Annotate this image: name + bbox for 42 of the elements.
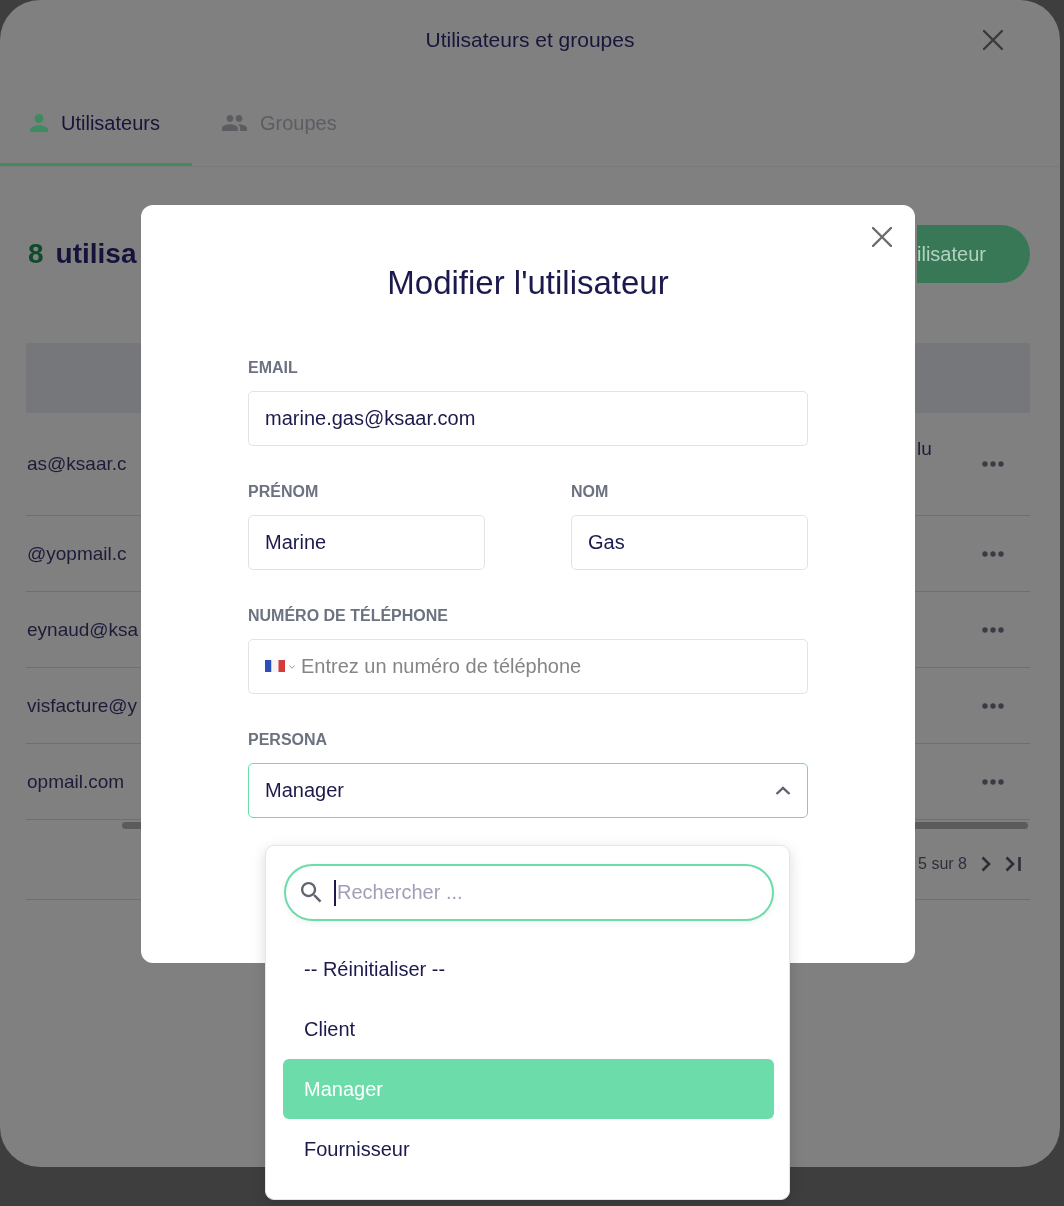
field-label: NOM [571,483,610,501]
field-label: PRÉNOM [248,483,320,501]
persona-select[interactable]: Manager [248,763,808,818]
tab[interactable]: Utilisateurs [0,80,192,166]
more-icon[interactable] [981,778,1004,785]
table-cell: lu [917,438,932,460]
last-page-icon[interactable] [1005,856,1022,872]
page-range-text: 5 sur 8 [918,855,967,873]
dropdown-option[interactable]: Fournisseur [283,1119,774,1179]
chevron-up-icon [775,786,791,795]
window-title: Utilisateurs et groupes [425,28,635,52]
text-field[interactable]: marine.gas@ksaar.com [248,391,808,446]
close-icon[interactable] [872,227,892,247]
chevron-right-icon[interactable] [981,856,991,872]
more-icon[interactable] [981,550,1004,557]
search-icon [301,882,322,903]
user-count: 8 [28,238,44,270]
chevron-down-icon[interactable] [289,665,295,669]
field-label: PERSONA [248,731,329,749]
field-label: NUMÉRO DE TÉLÉPHONE [248,607,449,625]
phone-field[interactable]: Entrez un numéro de téléphone [248,639,808,694]
search-field[interactable]: Rechercher ... [284,864,774,921]
person-icon [30,114,48,132]
more-icon[interactable] [981,626,1004,633]
table-cell: visfacture@y [27,694,138,717]
dropdown-option[interactable]: -- Réinitialiser -- [283,939,774,999]
table-cell: eynaud@ksa [27,618,139,641]
flag-icon[interactable] [265,660,285,672]
table-cell: @yopmail.c [27,542,127,565]
close-icon[interactable] [983,30,1003,50]
text-field[interactable]: Marine [248,515,485,570]
modal-title: Modifier l'utilisateur [386,264,670,302]
text-cursor-icon [334,880,336,906]
more-icon[interactable] [981,702,1004,709]
people-icon [221,114,247,132]
more-icon[interactable] [981,461,1004,467]
dropdown-option[interactable]: Client [283,999,774,1059]
heading-text: utilisa [55,238,137,270]
field-label: EMAIL [248,359,299,377]
text-field[interactable]: Gas [571,515,808,570]
table-cell: as@ksaar.c [27,453,127,475]
table-cell: opmail.com [27,770,125,793]
